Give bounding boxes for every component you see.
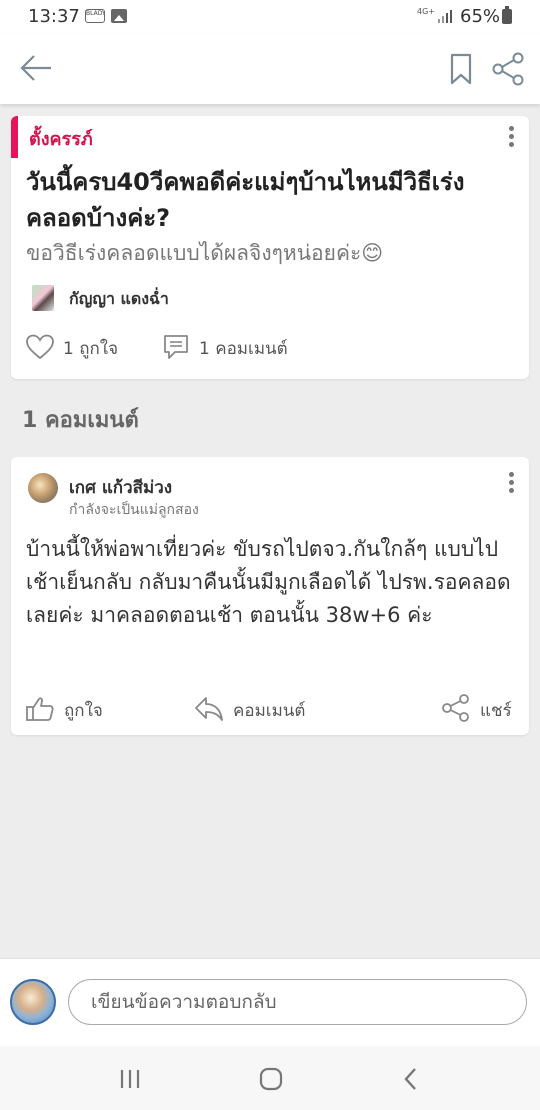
post-title: วันนี้ครบ40วีคพอดีค่ะแม่ๆบ้านไหนมีวิธีเร… [26,168,465,232]
author-name[interactable]: กัญญา แดงฉ่ำ [69,287,169,312]
comment-icon[interactable] [161,333,191,361]
comment-share-button[interactable]: แชร์ [480,697,512,724]
battery-icon [502,6,512,24]
share-icon[interactable] [441,694,471,722]
like-count[interactable]: 1 ถูกใจ [63,335,118,362]
home-icon[interactable] [251,1064,291,1094]
battery-percent: 65% [460,6,501,27]
system-nav-bar [0,1046,540,1110]
notification-badge-icon: BLADY [85,9,105,23]
clock: 13:37 [28,6,80,27]
category-accent-bar [11,116,18,158]
comment-more-options-icon[interactable] [499,470,523,496]
signal-icon [438,10,452,23]
back-nav-icon[interactable] [392,1064,432,1094]
top-app-bar [0,34,540,104]
commenter-status: กำลังจะเป็นแม่ลูกสอง [69,502,199,518]
share-icon[interactable] [490,52,526,86]
comment-card: เกศ แก้วสีม่วง กำลังจะเป็นแม่ลูกสอง บ้าน… [11,457,529,735]
comment-body: บ้านนี้ให้พ่อพาเที่ยวค่ะ ขับรถไปตจว.กันใ… [26,537,511,627]
gallery-icon [111,9,127,23]
status-bar: 13:37 BLADY 4G+ 65% [0,0,540,34]
comments-heading: 1 คอมเมนต์ [22,408,139,433]
post-more-options-icon[interactable] [499,124,523,150]
post-category[interactable]: ตั้งครรภ์ [29,124,93,153]
heart-icon[interactable] [25,333,55,361]
reply-input[interactable] [68,979,527,1025]
reply-icon[interactable] [194,694,224,722]
commenter-name[interactable]: เกศ แก้วสีม่วง [69,474,172,501]
post-description: ขอวิธีเร่งคลอดแบบได้ผลจิงๆหน่อยค่ะ😊 [26,241,384,265]
back-arrow-icon[interactable] [18,52,54,86]
comment-like-button[interactable]: ถูกใจ [64,697,103,724]
post-card: ตั้งครรภ์ วันนี้ครบ40วีคพอดีค่ะแม่ๆบ้านไ… [11,116,529,379]
author-avatar[interactable] [32,285,54,311]
recent-apps-icon[interactable] [110,1064,150,1094]
comment-reply-button[interactable]: คอมเมนต์ [233,697,305,724]
network-type: 4G+ [417,7,435,16]
reply-bar [0,958,540,1047]
bookmark-icon[interactable] [448,52,474,86]
thumbs-up-icon[interactable] [25,695,55,723]
comment-count[interactable]: 1 คอมเมนต์ [199,335,288,362]
my-avatar [10,979,56,1025]
commenter-avatar[interactable] [28,473,58,503]
